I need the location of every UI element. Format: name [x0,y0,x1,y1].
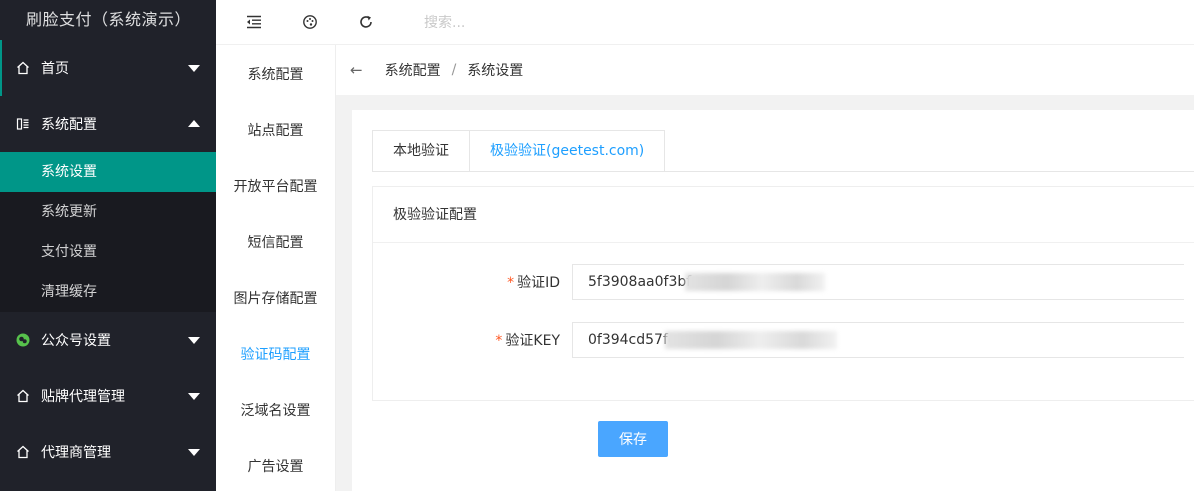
sidebar-subitem-payment-settings[interactable]: 支付设置 [0,232,216,272]
breadcrumb-item-current: 系统设置 [467,63,524,79]
submenu-item-open-platform[interactable]: 开放平台配置 [216,157,335,213]
submenu-item-sms[interactable]: 短信配置 [216,213,335,269]
main-content: ← 系统配置 / 系统设置 本地验证 极验验证(geetest.com) 极验验… [336,45,1194,491]
breadcrumb: ← 系统配置 / 系统设置 [336,45,1194,95]
sidebar: 刷脸支付（系统演示） 首页 系统配置 系统设置 系统更新 支付设置 清理缓存 公… [0,0,216,491]
sidebar-item-wechat[interactable]: 公众号设置 [0,312,216,368]
sidebar-item-oem-agent[interactable]: 贴牌代理管理 [0,368,216,424]
sidebar-subitem-system-settings[interactable]: 系统设置 [0,152,216,192]
home-icon [16,389,30,403]
field-label: * 验证KEY [495,333,560,349]
sidebar-item-home[interactable]: 首页 [0,40,216,96]
wechat-icon [16,333,30,347]
submenu-item-ads[interactable]: 广告设置 [216,437,335,491]
sidebar-item-label: 贴牌代理管理 [41,389,125,405]
search-input[interactable]: 搜索... [424,12,465,32]
submenu-item-image-storage[interactable]: 图片存储配置 [216,269,335,325]
verify-key-value: 0f394cd57fc [588,332,676,348]
redaction-blur [665,331,837,349]
verify-id-input[interactable]: 5f3908aa0f3bfa [572,264,1184,300]
chevron-up-icon [188,120,200,127]
tab-geetest-verify[interactable]: 极验验证(geetest.com) [470,130,666,171]
sidebar-item-agent[interactable]: 代理商管理 [0,424,216,480]
save-button[interactable]: 保存 [598,421,668,457]
breadcrumb-item[interactable]: 系统配置 [385,60,441,80]
submenu-item-captcha[interactable]: 验证码配置 [216,325,335,381]
home-icon [16,445,30,459]
breadcrumb-separator: / [451,62,457,78]
theme-icon[interactable] [298,10,322,34]
sidebar-item-system-config[interactable]: 系统配置 [0,96,216,152]
refresh-icon[interactable] [354,10,378,34]
redaction-blur [685,273,825,291]
sidebar-item-label: 公众号设置 [41,333,111,349]
tab-divider [372,171,1194,172]
field-label: * 验证ID [507,275,560,291]
config-submenu: 系统配置 站点配置 开放平台配置 短信配置 图片存储配置 验证码配置 泛域名设置… [216,45,336,491]
sidebar-submenu: 系统设置 系统更新 支付设置 清理缓存 [0,152,216,312]
chevron-down-icon [188,393,200,400]
menu-fold-icon[interactable] [242,10,266,34]
sidebar-item-label: 首页 [41,61,69,77]
tab-local-verify[interactable]: 本地验证 [372,130,470,171]
submenu-item-system-config[interactable]: 系统配置 [216,45,335,101]
sidebar-item-label: 代理商管理 [41,445,111,461]
chevron-down-icon [188,65,200,72]
required-mark: * [495,333,503,349]
chevron-down-icon [188,337,200,344]
geetest-config-panel: 极验验证配置 * 验证ID 5f3908aa0f3bfa * 验证KEY 0f394… [372,186,1194,401]
verify-id-value: 5f3908aa0f3bfa [588,274,700,290]
sidebar-item-label: 系统配置 [41,117,97,133]
back-arrow-icon[interactable]: ← [350,61,363,79]
home-icon [16,61,30,75]
top-header: 搜索... [216,0,1194,45]
app-title: 刷脸支付（系统演示） [26,10,192,29]
form-row-verify-key: * 验证KEY 0f394cd57fc [373,322,1184,358]
sidebar-subitem-clear-cache[interactable]: 清理缓存 [0,272,216,312]
tab-bar: 本地验证 极验验证(geetest.com) [372,130,666,172]
panel-title: 极验验证配置 [373,187,1194,243]
required-mark: * [507,275,515,291]
submenu-item-site-config[interactable]: 站点配置 [216,101,335,157]
submenu-item-wildcard-domain[interactable]: 泛域名设置 [216,381,335,437]
chevron-down-icon [188,449,200,456]
sidebar-subitem-system-update[interactable]: 系统更新 [0,192,216,232]
settings-card: 本地验证 极验验证(geetest.com) 极验验证配置 * 验证ID 5f39… [352,110,1194,491]
verify-key-input[interactable]: 0f394cd57fc [572,322,1184,358]
config-icon [16,117,30,131]
form-row-verify-id: * 验证ID 5f3908aa0f3bfa [373,264,1184,300]
